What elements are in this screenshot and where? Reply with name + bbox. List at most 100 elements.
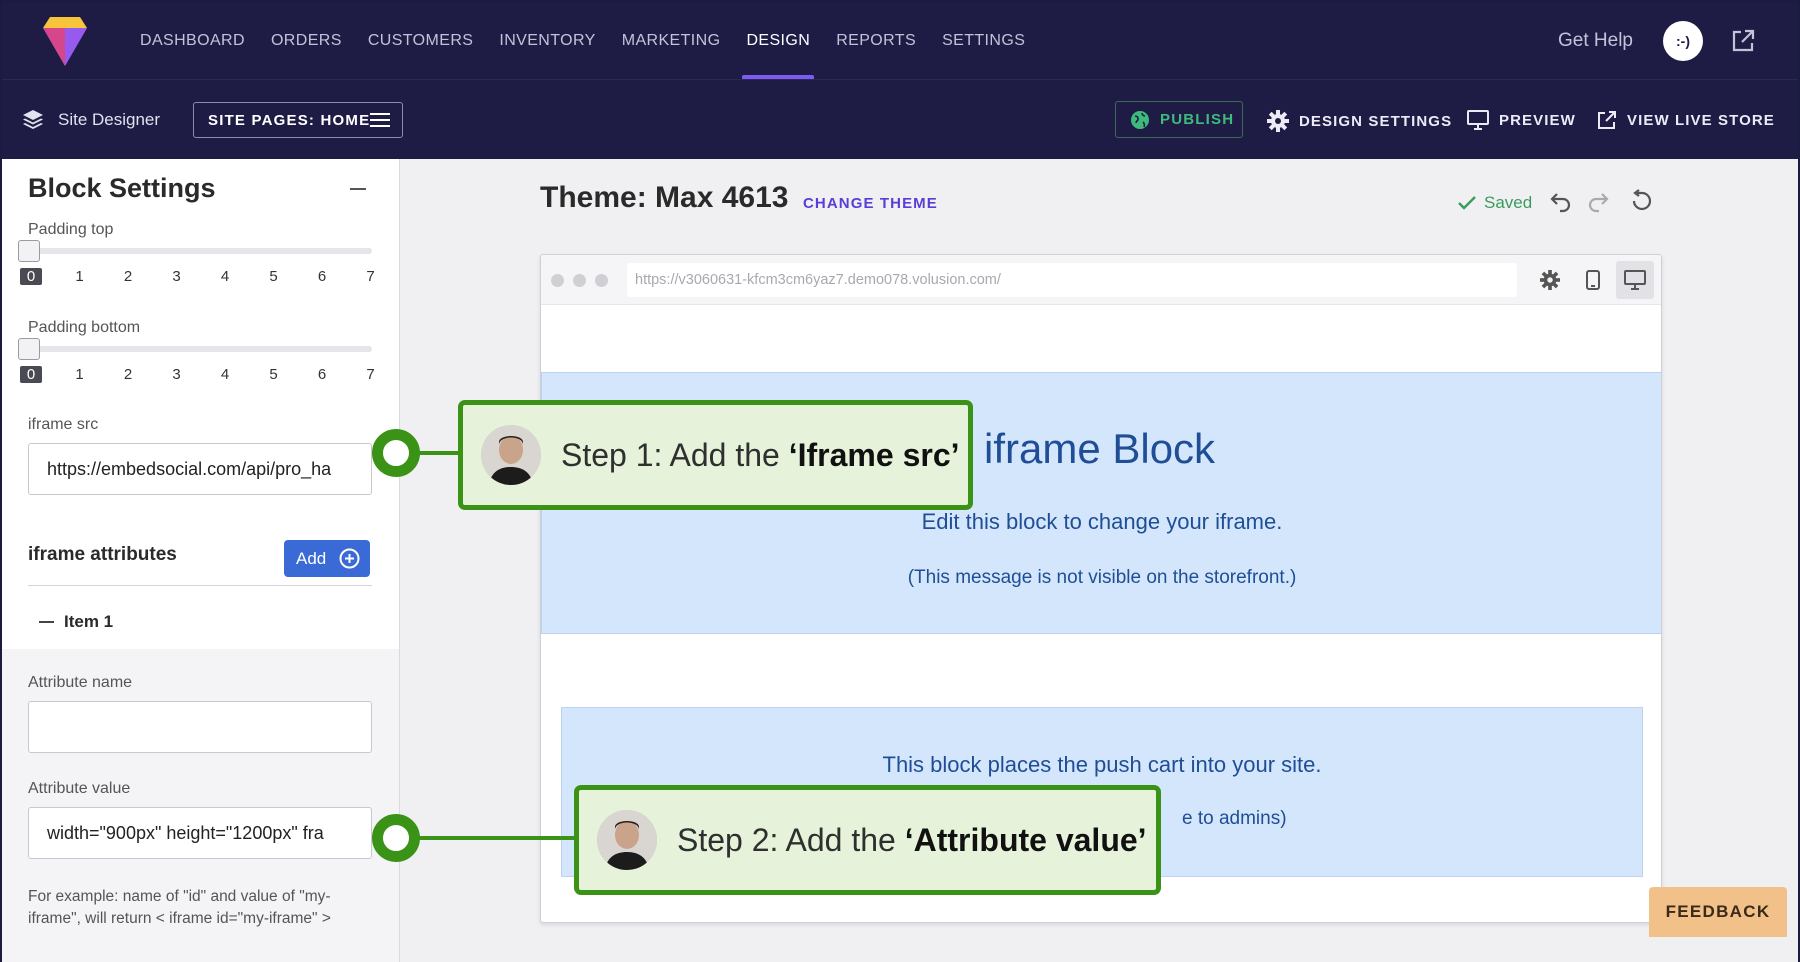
view-live-store-button[interactable]: VIEW LIVE STORE [1597, 110, 1775, 130]
attribute-value-input[interactable]: width="900px" height="1200px" fra [28, 807, 372, 859]
get-help-link[interactable]: Get Help [1558, 30, 1633, 52]
scale-tick[interactable]: 3 [166, 366, 188, 383]
iframe-src-input[interactable]: https://embedsocial.com/api/pro_ha [28, 443, 372, 495]
scale-tick[interactable]: 5 [263, 268, 285, 285]
scale-tick[interactable]: 1 [69, 366, 91, 383]
step-1-callout: Step 1: Add the ‘Iframe src’ [458, 400, 973, 510]
view-live-store-label: VIEW LIVE STORE [1627, 111, 1775, 129]
globe-icon [1131, 110, 1149, 129]
add-attribute-button[interactable]: Add [284, 540, 370, 577]
iframe-src-label: iframe src [28, 416, 99, 433]
top-nav: DASHBOARD ORDERS CUSTOMERS INVENTORY MAR… [2, 2, 1798, 79]
scale-tick[interactable]: 7 [360, 268, 382, 285]
publish-button[interactable]: PUBLISH [1115, 101, 1243, 138]
attribute-name-input[interactable] [28, 701, 372, 753]
design-settings-button[interactable]: DESIGN SETTINGS [1267, 110, 1452, 132]
avatar[interactable]: :-) [1663, 21, 1703, 61]
layers-icon [23, 110, 43, 129]
step-1-text: Step 1: Add the ‘Iframe src’ [561, 436, 960, 473]
saved-label: Saved [1484, 193, 1533, 212]
panel-title: Block Settings [28, 173, 216, 203]
nav-design[interactable]: DESIGN [742, 2, 814, 79]
presenter-avatar [481, 425, 541, 485]
reset-icon[interactable] [1630, 189, 1654, 213]
presenter-avatar [597, 810, 657, 870]
iframe-block-subtitle: Edit this block to change your iframe. [921, 509, 1283, 534]
redo-icon[interactable] [1586, 189, 1610, 213]
url-bar[interactable]: https://v3060631-kfcm3cm6yaz7.demo078.vo… [627, 263, 1517, 297]
gear-icon [1540, 270, 1560, 290]
collapse-item-icon[interactable] [39, 621, 54, 623]
main-nav: DASHBOARD ORDERS CUSTOMERS INVENTORY MAR… [140, 2, 1051, 79]
gear-icon [1267, 110, 1289, 132]
padding-bottom-slider-thumb[interactable] [18, 338, 40, 360]
scale-tick[interactable]: 6 [311, 268, 333, 285]
padding-bottom-scale: 0 1 2 3 4 5 6 7 [20, 366, 380, 386]
nav-marketing[interactable]: MARKETING [622, 2, 721, 79]
scale-tick[interactable]: 2 [117, 268, 139, 285]
attribute-value-label: Attribute value [28, 780, 131, 797]
scale-tick[interactable]: 5 [263, 366, 285, 383]
padding-top-scale: 0 1 2 3 4 5 6 7 [20, 268, 380, 288]
site-designer-label: Site Designer [58, 110, 161, 129]
scale-tick[interactable]: 0 [20, 366, 42, 383]
padding-top-slider-thumb[interactable] [18, 240, 40, 262]
plus-circle-icon [339, 548, 360, 569]
step-2-callout: Step 2: Add the ‘Attribute value’ [574, 785, 1161, 895]
undo-icon[interactable] [1549, 189, 1573, 213]
block-settings-panel: Block Settings Padding top 0 1 2 3 4 5 6… [2, 159, 400, 962]
step-1-marker [372, 429, 420, 477]
item-1-label[interactable]: Item 1 [64, 612, 113, 632]
nav-customers[interactable]: CUSTOMERS [368, 2, 474, 79]
scale-tick[interactable]: 6 [311, 366, 333, 383]
cart-block-title: This block places the push cart into you… [882, 752, 1322, 777]
hamburger-icon [370, 113, 390, 127]
site-pages-label: SITE PAGES: HOME [208, 111, 371, 129]
preview-button[interactable]: PREVIEW [1467, 110, 1576, 130]
scale-tick[interactable]: 1 [69, 268, 91, 285]
scale-tick[interactable]: 7 [360, 366, 382, 383]
collapse-icon[interactable] [350, 188, 366, 190]
desktop-icon [1624, 270, 1646, 290]
nav-inventory[interactable]: INVENTORY [499, 2, 595, 79]
desktop-view-button[interactable] [1616, 261, 1654, 299]
mobile-view-button[interactable] [1579, 266, 1607, 294]
padding-top-label: Padding top [28, 221, 114, 238]
scale-tick[interactable]: 0 [20, 268, 42, 285]
attribute-help-text: For example: name of "id" and value of "… [28, 888, 331, 927]
site-pages-dropdown[interactable]: SITE PAGES: HOME [193, 102, 403, 138]
change-theme-link[interactable]: CHANGE THEME [803, 195, 938, 212]
nav-orders[interactable]: ORDERS [271, 2, 342, 79]
padding-bottom-label: Padding bottom [28, 319, 141, 336]
external-link-icon[interactable] [1730, 28, 1756, 54]
padding-bottom-slider[interactable] [28, 346, 372, 352]
scale-tick[interactable]: 2 [117, 366, 139, 383]
nav-reports[interactable]: REPORTS [836, 2, 916, 79]
theme-title: Theme: Max 4613 [540, 181, 789, 214]
feedback-button[interactable]: FEEDBACK [1649, 887, 1787, 937]
publish-label: PUBLISH [1160, 111, 1235, 128]
step-2-text: Step 2: Add the ‘Attribute value’ [677, 821, 1147, 858]
step-2-marker [372, 814, 420, 862]
logo-icon[interactable] [38, 14, 92, 68]
designer-toolbar: Site Designer SITE PAGES: HOME PUBLISH D… [2, 79, 1798, 159]
nav-dashboard[interactable]: DASHBOARD [140, 2, 245, 79]
monitor-icon [1467, 110, 1489, 130]
scale-tick[interactable]: 3 [166, 268, 188, 285]
design-settings-label: DESIGN SETTINGS [1299, 112, 1453, 130]
window-dot [595, 274, 608, 287]
preview-settings-button[interactable] [1536, 266, 1564, 294]
step-2-connector [396, 836, 576, 840]
padding-top-slider[interactable] [28, 248, 372, 254]
window-dot [573, 274, 586, 287]
external-link-icon [1598, 111, 1616, 129]
saved-status: Saved [1458, 193, 1532, 213]
iframe-attributes-title: iframe attributes [28, 544, 177, 565]
scale-tick[interactable]: 4 [214, 268, 236, 285]
mobile-icon [1586, 270, 1600, 290]
divider [28, 585, 372, 586]
preview-label: PREVIEW [1499, 111, 1576, 129]
scale-tick[interactable]: 4 [214, 366, 236, 383]
attribute-name-label: Attribute name [28, 674, 133, 691]
nav-settings[interactable]: SETTINGS [942, 2, 1025, 79]
